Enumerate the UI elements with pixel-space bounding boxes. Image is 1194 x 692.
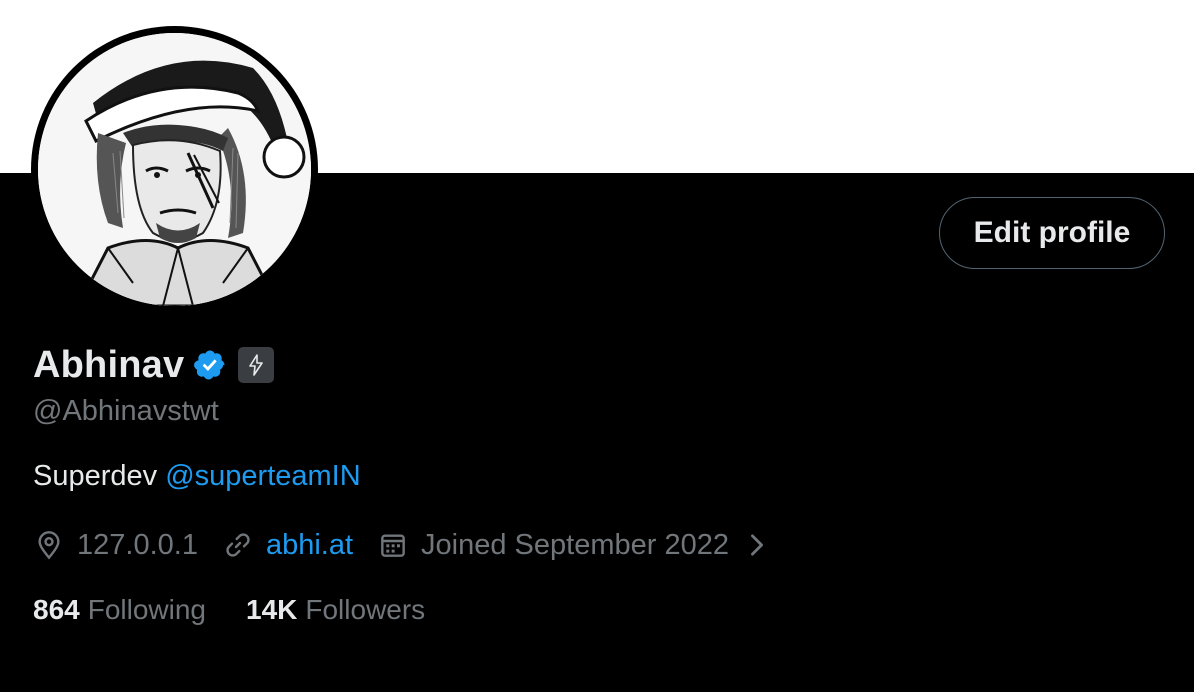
joined-item[interactable]: Joined September 2022 [377, 529, 785, 562]
followers-count: 14K [246, 594, 298, 625]
follow-stats: 864 Following 14K Followers [33, 590, 425, 630]
avatar-border [31, 26, 318, 313]
following-count: 864 [33, 594, 80, 625]
profile-meta: 127.0.0.1 abhi.at Joined September 2022 [33, 525, 785, 565]
location-text: 127.0.0.1 [77, 528, 198, 561]
verified-badge-icon[interactable] [193, 348, 227, 382]
avatar-illustration [38, 33, 311, 306]
link-icon [226, 533, 250, 557]
calendar-icon [381, 534, 405, 557]
website-link[interactable]: abhi.at [266, 529, 353, 562]
followers-label: Followers [305, 594, 426, 625]
edit-profile-button[interactable]: Edit profile [939, 197, 1165, 269]
bio-mention-link[interactable]: @superteamIN [165, 460, 360, 492]
avatar[interactable] [38, 33, 311, 306]
lightning-badge-icon[interactable] [238, 347, 275, 383]
joined-text: Joined September 2022 [421, 528, 729, 561]
location-pin-icon [38, 531, 60, 560]
user-handle: @Abhinavstwt [33, 395, 219, 427]
display-name: Abhinav [33, 343, 185, 386]
chevron-right-icon [751, 534, 763, 556]
following-link[interactable]: 864 Following [33, 594, 206, 626]
website-item[interactable]: abhi.at [222, 529, 353, 562]
profile-page: Edit profile Abhinav @Abhinavstwt Superd… [0, 0, 1194, 692]
name-row: Abhinav [33, 342, 275, 388]
following-label: Following [87, 594, 206, 625]
followers-link[interactable]: 14K Followers [246, 594, 425, 626]
bio: Superdev @superteamIN [33, 460, 361, 493]
location-item: 127.0.0.1 [33, 529, 198, 562]
bio-text: Superdev [33, 460, 158, 492]
